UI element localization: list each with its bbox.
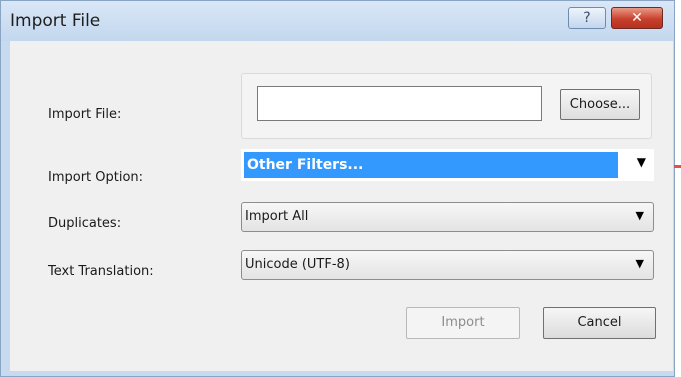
chevron-down-icon: ▼ bbox=[635, 209, 644, 222]
text-translation-select[interactable]: Unicode (UTF-8) ▼ bbox=[241, 250, 654, 280]
duplicates-label: Duplicates: bbox=[48, 216, 122, 231]
help-button[interactable]: ? bbox=[568, 7, 606, 29]
import-button[interactable]: Import bbox=[406, 307, 520, 339]
import-file-label: Import File: bbox=[48, 107, 122, 122]
import-option-selected-value: Other Filters... bbox=[244, 152, 618, 178]
chevron-down-icon: ▼ bbox=[636, 155, 646, 169]
choose-button[interactable]: Choose... bbox=[560, 89, 640, 120]
cancel-button[interactable]: Cancel bbox=[543, 307, 656, 339]
file-chooser-group: Choose... bbox=[241, 73, 652, 139]
import-file-path-input[interactable] bbox=[257, 86, 542, 121]
import-option-select[interactable]: Other Filters... ▼ bbox=[241, 149, 654, 181]
close-button[interactable]: ✕ bbox=[611, 7, 663, 29]
duplicates-select[interactable]: Import All ▼ bbox=[241, 202, 654, 232]
red-indicator-mark bbox=[674, 165, 681, 168]
text-translation-selected-value: Unicode (UTF-8) bbox=[245, 257, 350, 272]
duplicates-selected-value: Import All bbox=[245, 209, 309, 224]
chevron-down-icon: ▼ bbox=[635, 257, 644, 270]
text-translation-label: Text Translation: bbox=[48, 264, 154, 279]
help-icon: ? bbox=[583, 10, 591, 26]
dialog-title: Import File bbox=[10, 11, 101, 31]
import-option-label: Import Option: bbox=[48, 170, 144, 185]
close-icon: ✕ bbox=[631, 10, 643, 26]
import-file-dialog: Import File ? ✕ Import File: Choose... I… bbox=[0, 0, 675, 377]
title-bar[interactable]: Import File ? ✕ bbox=[1, 1, 674, 41]
dialog-body: Import File: Choose... Import Option: Ot… bbox=[10, 41, 673, 371]
